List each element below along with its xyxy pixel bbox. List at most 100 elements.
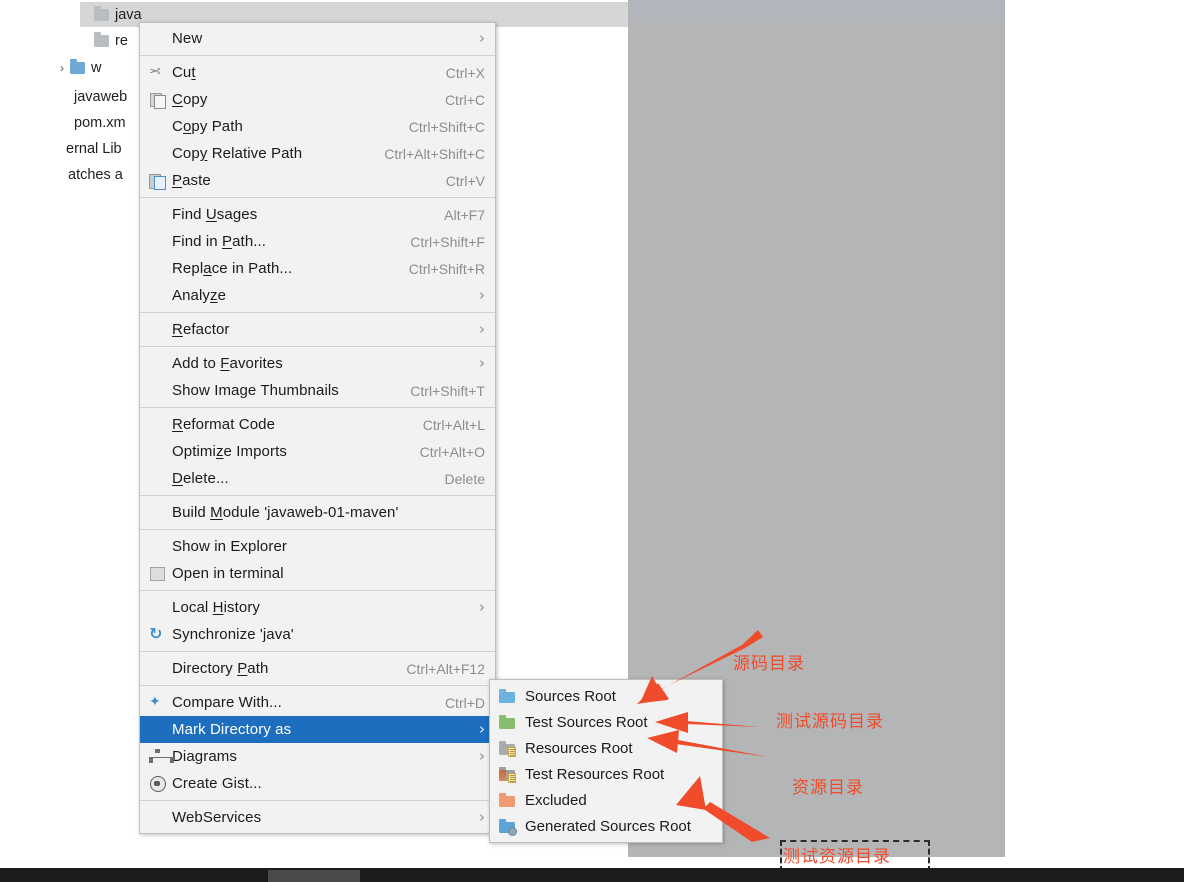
annotation-source-dir: 源码目录 [733, 654, 805, 674]
menu-item-copy[interactable]: Copy Ctrl+C [140, 86, 495, 113]
menu-item-label: Diagrams [172, 748, 237, 765]
tree-item-label: pom.xm [74, 114, 126, 131]
menu-item-paste[interactable]: Paste Ctrl+V [140, 167, 495, 194]
chevron-right-icon: › [479, 720, 485, 738]
tree-item-scratches[interactable]: atches a [68, 162, 123, 187]
sync-icon [148, 624, 168, 644]
tree-item-webapp[interactable]: › w [56, 55, 101, 80]
tree-item-pom[interactable]: pom.xm [74, 110, 126, 135]
tree-item-javaweb[interactable]: javaweb [74, 84, 127, 109]
no-icon [148, 288, 168, 304]
no-icon [148, 661, 168, 677]
tree-item-external-libraries[interactable]: ernal Lib [66, 136, 122, 161]
menu-item-add-to-favorites[interactable]: Add to Favorites › [140, 350, 495, 377]
tree-item-label: atches a [68, 166, 123, 183]
menu-item-label: Find in Path... [172, 233, 267, 250]
menu-item-show-in-explorer[interactable]: Show in Explorer [140, 533, 495, 560]
menu-item-find-usages[interactable]: Find Usages Alt+F7 [140, 201, 495, 228]
annotation-resource-dir: 资源目录 [792, 778, 864, 798]
annotation-test-source-dir: 测试源码目录 [776, 712, 884, 732]
menu-item-reformat-code[interactable]: Reformat Code Ctrl+Alt+L [140, 411, 495, 438]
menu-item-label: Cut [172, 64, 196, 81]
submenu-item-test-resources-root[interactable]: Test Resources Root [490, 761, 722, 787]
tree-item-label: ernal Lib [66, 140, 122, 157]
menu-item-mark-directory-as[interactable]: Mark Directory as › [140, 716, 495, 743]
menu-item-build-module[interactable]: Build Module 'javaweb-01-maven' [140, 499, 495, 526]
menu-item-label: Replace in Path... [172, 260, 293, 277]
menu-item-label: Analyze [172, 287, 227, 304]
menu-item-accelerator: Ctrl+X [445, 64, 485, 81]
menu-item-accelerator: Ctrl+Shift+R [408, 260, 485, 277]
menu-item-label: Refactor [172, 321, 230, 338]
menu-item-label: Reformat Code [172, 416, 276, 433]
menu-item-compare-with[interactable]: Compare With... Ctrl+D [140, 689, 495, 716]
folder-gray-doc-icon [498, 740, 518, 757]
submenu-item-sources-root[interactable]: Sources Root [490, 683, 722, 709]
menu-item-label: Create Gist... [172, 775, 262, 792]
submenu-item-test-sources-root[interactable]: Test Sources Root [490, 709, 722, 735]
menu-separator [140, 590, 495, 591]
menu-item-cut[interactable]: Cut Ctrl+X [140, 59, 495, 86]
menu-separator [140, 407, 495, 408]
submenu-item-label: Test Sources Root [525, 713, 648, 731]
taskbar-active-item[interactable] [268, 870, 360, 882]
no-icon [148, 810, 168, 826]
menu-item-find-in-path[interactable]: Find in Path... Ctrl+Shift+F [140, 228, 495, 255]
menu-item-label: Copy Path [172, 118, 243, 135]
menu-item-show-image-thumbnails[interactable]: Show Image Thumbnails Ctrl+Shift+T [140, 377, 495, 404]
chevron-right-icon: › [479, 320, 485, 338]
menu-separator [140, 312, 495, 313]
menu-item-delete[interactable]: Delete... Delete [140, 465, 495, 492]
menu-item-new[interactable]: New › [140, 25, 495, 52]
menu-item-copy-relative-path[interactable]: Copy Relative Path Ctrl+Alt+Shift+C [140, 140, 495, 167]
menu-item-webservices[interactable]: WebServices › [140, 804, 495, 831]
menu-item-optimize-imports[interactable]: Optimize Imports Ctrl+Alt+O [140, 438, 495, 465]
folder-green-icon [498, 714, 518, 730]
folder-icon [94, 31, 109, 47]
folder-blue-gear-icon [498, 818, 518, 836]
no-icon [148, 444, 168, 460]
no-icon [148, 31, 168, 47]
menu-item-open-in-terminal[interactable]: Open in terminal [140, 560, 495, 587]
menu-item-synchronize[interactable]: Synchronize 'java' [140, 621, 495, 648]
no-icon [148, 722, 168, 738]
no-icon [148, 539, 168, 555]
menu-separator [140, 800, 495, 801]
menu-item-diagrams[interactable]: Diagrams › [140, 743, 495, 770]
copy-icon [148, 92, 168, 109]
menu-item-accelerator: Ctrl+Shift+T [410, 382, 485, 399]
menu-item-label: WebServices [172, 809, 262, 826]
chevron-right-icon: › [479, 747, 485, 765]
menu-item-accelerator: Ctrl+V [445, 172, 485, 189]
no-icon [148, 146, 168, 162]
no-icon [148, 471, 168, 487]
menu-item-directory-path[interactable]: Directory Path Ctrl+Alt+F12 [140, 655, 495, 682]
menu-item-accelerator: Ctrl+Shift+F [410, 233, 485, 250]
menu-item-create-gist[interactable]: Create Gist... [140, 770, 495, 797]
folder-multi-doc-icon [498, 766, 518, 783]
compare-icon [148, 693, 168, 711]
mark-directory-as-submenu: Sources Root Test Sources Root Resources… [489, 679, 723, 843]
submenu-item-generated-sources-root[interactable]: Generated Sources Root [490, 813, 722, 839]
submenu-item-resources-root[interactable]: Resources Root [490, 735, 722, 761]
menu-item-label: Show Image Thumbnails [172, 382, 339, 399]
chevron-right-icon[interactable]: › [56, 61, 68, 75]
submenu-item-label: Excluded [525, 791, 587, 809]
tree-item-resources[interactable]: re [80, 28, 128, 53]
chevron-right-icon: › [479, 354, 485, 372]
menu-item-local-history[interactable]: Local History › [140, 594, 495, 621]
menu-item-accelerator: Delete [444, 470, 485, 487]
menu-item-label: Synchronize 'java' [172, 626, 294, 643]
submenu-item-label: Test Resources Root [525, 765, 665, 783]
terminal-icon [148, 566, 168, 582]
no-icon [148, 261, 168, 277]
menu-item-accelerator: Ctrl+Alt+F12 [406, 660, 485, 677]
menu-item-replace-in-path[interactable]: Replace in Path... Ctrl+Shift+R [140, 255, 495, 282]
menu-item-refactor[interactable]: Refactor › [140, 316, 495, 343]
menu-item-label: Show in Explorer [172, 538, 287, 555]
no-icon [148, 417, 168, 433]
menu-item-analyze[interactable]: Analyze › [140, 282, 495, 309]
menu-item-label: Add to Favorites [172, 355, 283, 372]
menu-item-copy-path[interactable]: Copy Path Ctrl+Shift+C [140, 113, 495, 140]
submenu-item-excluded[interactable]: Excluded [490, 787, 722, 813]
